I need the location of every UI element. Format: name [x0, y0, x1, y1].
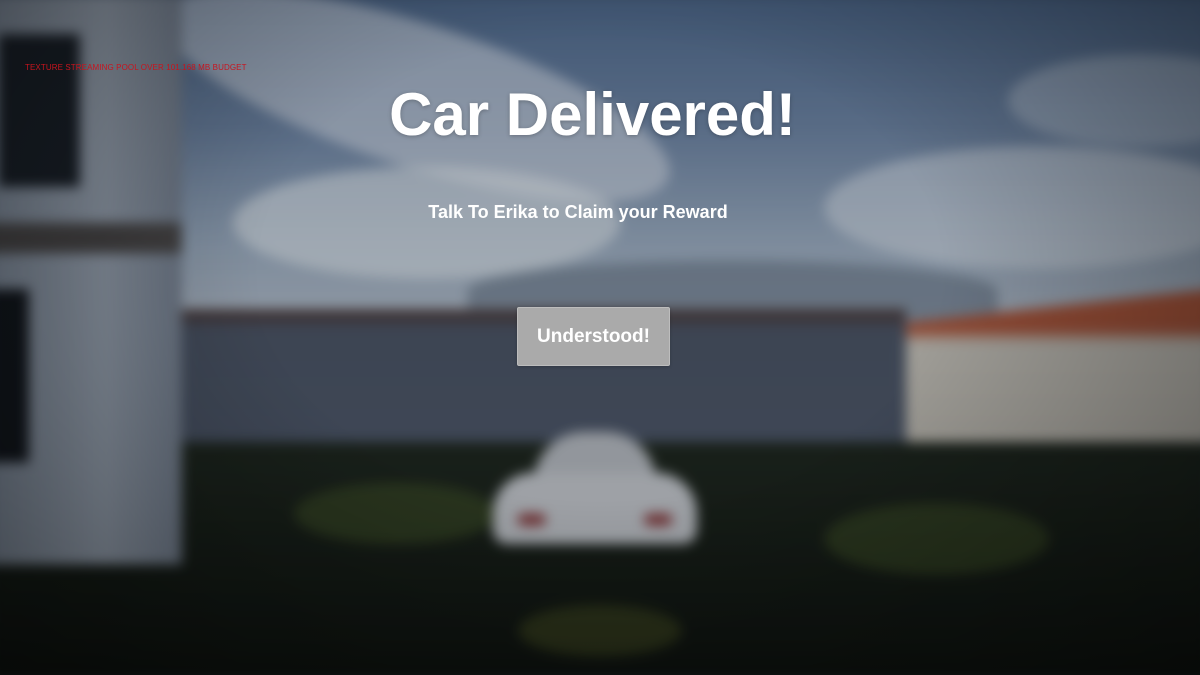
dialog-message: Talk To Erika to Claim your Reward [428, 202, 728, 222]
game-viewport: TEXTURE STREAMING POOL OVER 101.168 MB B… [0, 0, 1200, 675]
debug-warning-text: TEXTURE STREAMING POOL OVER 101.168 MB B… [25, 63, 247, 72]
dialog-title: Car Delivered! [389, 81, 796, 148]
understood-button[interactable]: Understood! [517, 307, 670, 366]
